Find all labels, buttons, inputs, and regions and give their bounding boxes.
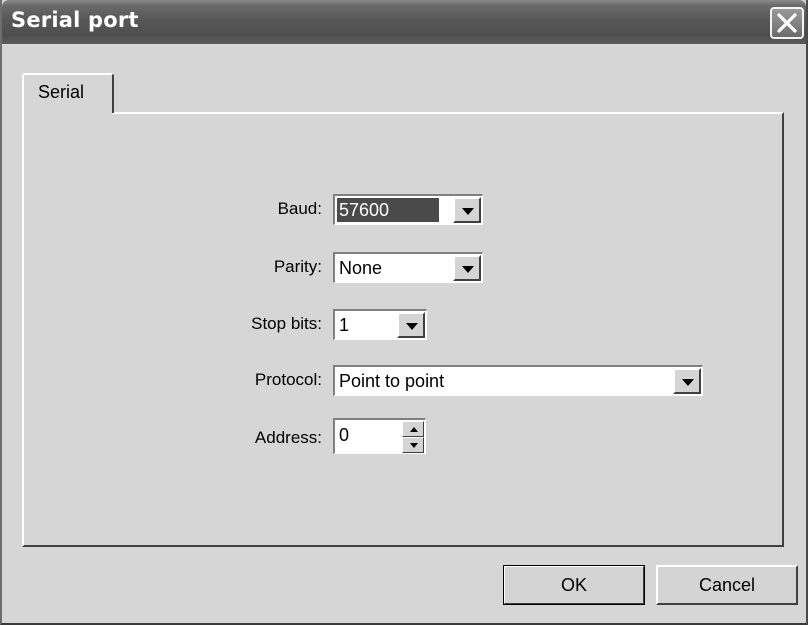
address-spinner[interactable]: 0 bbox=[333, 418, 426, 454]
chevron-down-icon bbox=[462, 208, 474, 215]
tab-serial[interactable]: Serial bbox=[22, 73, 114, 113]
stop-bits-select[interactable]: 1 bbox=[333, 309, 427, 340]
tab-gap bbox=[24, 112, 112, 114]
baud-dropdown-button[interactable] bbox=[453, 197, 481, 223]
serial-port-dialog: Serial port Serial Baud: 57600 Parity: N… bbox=[0, 0, 808, 625]
cancel-button[interactable]: Cancel bbox=[656, 565, 798, 605]
stop-bits-dropdown-button[interactable] bbox=[397, 312, 425, 338]
parity-label: Parity: bbox=[273, 257, 322, 276]
close-icon bbox=[777, 13, 797, 33]
protocol-label: Protocol: bbox=[254, 370, 322, 389]
close-button[interactable] bbox=[770, 7, 804, 39]
ok-button[interactable]: OK bbox=[503, 565, 645, 605]
protocol-select[interactable]: Point to point bbox=[333, 365, 703, 396]
parity-value: None bbox=[339, 258, 383, 278]
protocol-value: Point to point bbox=[339, 371, 445, 391]
spin-up-icon bbox=[410, 427, 418, 432]
chevron-down-icon bbox=[682, 379, 694, 386]
window-title: Serial port bbox=[11, 8, 139, 32]
address-spin-down-button[interactable] bbox=[402, 437, 424, 453]
address-label: Address: bbox=[254, 428, 322, 447]
stop-bits-value: 1 bbox=[339, 315, 350, 335]
chevron-down-icon bbox=[406, 323, 418, 330]
baud-value: 57600 bbox=[337, 198, 439, 222]
tab-serial-label: Serial bbox=[38, 82, 85, 102]
address-value: 0 bbox=[339, 425, 350, 445]
protocol-dropdown-button[interactable] bbox=[673, 368, 701, 394]
spin-down-icon bbox=[410, 443, 418, 448]
parity-dropdown-button[interactable] bbox=[453, 255, 481, 281]
title-bar[interactable]: Serial port bbox=[2, 0, 806, 44]
chevron-down-icon bbox=[462, 266, 474, 273]
baud-select[interactable]: 57600 bbox=[333, 194, 483, 225]
parity-select[interactable]: None bbox=[333, 252, 483, 283]
dialog-body: Serial Baud: 57600 Parity: None Stop bit… bbox=[2, 44, 806, 623]
stop-bits-label: Stop bits: bbox=[251, 314, 322, 333]
address-spin-up-button[interactable] bbox=[402, 421, 424, 437]
baud-label: Baud: bbox=[277, 199, 322, 218]
